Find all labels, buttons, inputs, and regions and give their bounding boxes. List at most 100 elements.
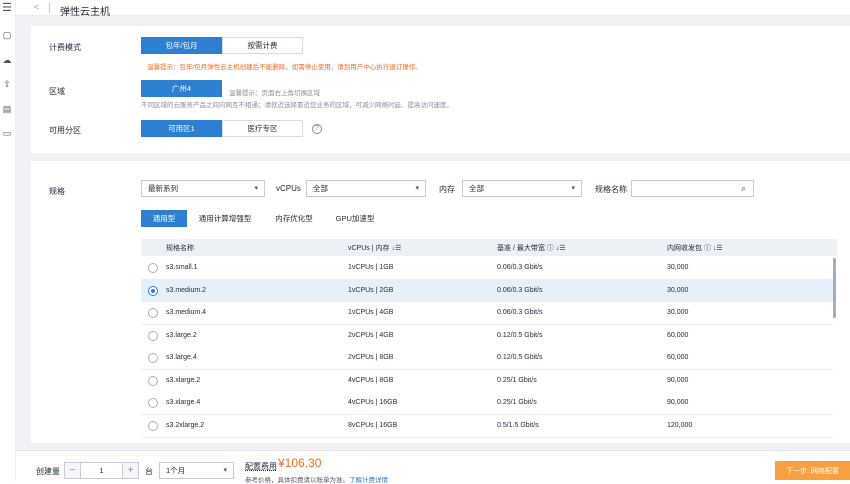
- table-row[interactable]: s3.medium.4 1vCPUs | 4GB 0.06/0.3 Gbit/s 30…: [141, 302, 833, 325]
- cell-name: s3.small.1: [166, 264, 198, 271]
- region-button[interactable]: 广州4: [141, 80, 222, 97]
- fee-label: 配置费用: [245, 462, 277, 471]
- row-radio[interactable]: [148, 330, 158, 341]
- table-row[interactable]: s3.xlarge.2 4vCPUs | 8GB 0.25/1 Gbit/s 90,0…: [141, 369, 833, 393]
- cell-pps: 60,000: [667, 354, 689, 361]
- decrease-button[interactable]: −: [64, 462, 81, 479]
- sort-icon[interactable]: ↓☰: [391, 245, 401, 252]
- unit-label: 台: [145, 467, 153, 476]
- back-icon[interactable]: <: [34, 2, 39, 12]
- quantity-label: 创建量: [36, 467, 60, 476]
- table-row[interactable]: s3.medium.2 1vCPUs | 2GB 0.06/0.3 Gbit/s 30…: [141, 279, 833, 303]
- cell-name: s3.xlarge.4: [166, 399, 201, 406]
- vcpu-select-value: 全部: [313, 184, 328, 193]
- col-vcpu-header[interactable]: vCPUs | 内存 ↓☰: [348, 243, 401, 253]
- cell-pps: 90,000: [667, 376, 689, 384]
- col-pps-header[interactable]: 内网收发包 ⓘ ↓☰: [667, 243, 723, 253]
- tab-general[interactable]: 通用型: [141, 210, 187, 227]
- cell-pps: 30,000: [667, 264, 689, 271]
- col-name-header: 规格名称: [166, 245, 194, 252]
- vcpu-select[interactable]: 全部 ▾: [306, 180, 426, 197]
- billing-option-yearly[interactable]: 包年/包月: [141, 37, 222, 54]
- monitor-icon[interactable]: ▭: [2, 128, 12, 138]
- tab-gpu[interactable]: GPU加速型: [330, 210, 380, 227]
- memory-select-value: 全部: [469, 184, 484, 193]
- cell-bw: 0.06/0.3 Gbit/s: [497, 309, 543, 316]
- increase-button[interactable]: +: [122, 462, 139, 479]
- az-option-medical[interactable]: 医疗专区: [222, 120, 303, 137]
- cell-vcpu: 2vCPUs | 4GB: [348, 331, 394, 339]
- table-row[interactable]: s3.small.1 1vCPUs | 1GB 0.06/0.3 Gbit/s 30,…: [141, 257, 833, 280]
- cell-vcpu: 8vCPUs | 16GB: [348, 421, 398, 429]
- price-note: 参考价格，具体扣费请以账单为准。了解计费详情: [245, 474, 388, 484]
- footer-bar: 创建量 − 1 + 台 1个月 ▾ 配置费用 ¥106.30 参考价格，具体扣费…: [16, 450, 850, 484]
- cell-pps: 30,000: [667, 309, 689, 316]
- page-header: < 弹性云主机: [16, 0, 850, 18]
- search-icon[interactable]: ⌕: [741, 183, 746, 194]
- duration-select[interactable]: 1个月 ▾: [159, 462, 234, 479]
- table-row[interactable]: s3.large.4 2vCPUs | 8GB 0.12/0.5 Gbit/s 60,…: [141, 347, 833, 370]
- table-row[interactable]: s3.xlarge.4 4vCPUs | 16GB 0.25/1 Gbit/s 90,…: [141, 392, 833, 415]
- chevron-down-icon: ▾: [254, 185, 258, 192]
- table-scrollbar[interactable]: [833, 258, 836, 318]
- row-radio[interactable]: [148, 285, 158, 296]
- sort-icon[interactable]: ↓☰: [713, 245, 723, 252]
- spec-label: 规格: [49, 187, 65, 196]
- az-label: 可用分区: [49, 126, 81, 135]
- cloud-icon[interactable]: ☁: [2, 55, 12, 65]
- billing-tip: 温馨提示：包年/包月弹性云主机创建后不能删除，如需停止使用，请到用户中心执行退订…: [147, 64, 422, 71]
- col-bandwidth-header[interactable]: 基准 / 最大带宽 ⓘ ↓☰: [497, 243, 566, 253]
- series-select[interactable]: 最新系列 ▾: [141, 180, 265, 197]
- row-radio[interactable]: [148, 375, 158, 386]
- spec-search-input[interactable]: ⌕: [631, 180, 754, 197]
- help-icon[interactable]: ?: [312, 124, 322, 134]
- chevron-down-icon: ▾: [571, 185, 575, 192]
- server-icon[interactable]: ▢: [2, 30, 12, 40]
- row-radio[interactable]: [148, 263, 158, 273]
- cell-bw: 0.5/1.5 Gbit/s: [497, 421, 539, 429]
- sort-icon[interactable]: ↓☰: [556, 245, 566, 252]
- tab-memory-optimized[interactable]: 内存优化型: [266, 210, 322, 227]
- cell-name: s3.medium.4: [166, 309, 207, 316]
- col-pps-text: 内网收发包: [667, 245, 702, 252]
- memory-filter-label: 内存: [439, 185, 455, 194]
- duration-value: 1个月: [166, 466, 186, 475]
- row-radio[interactable]: [148, 420, 158, 431]
- region-description: 不同区域的云服务产品之间内网互不相通；请就近选择靠近您业务的区域，可减少网络时延…: [141, 102, 453, 109]
- cell-vcpu: 1vCPUs | 4GB: [348, 309, 394, 316]
- cell-bw: 0.25/1 Gbit/s: [497, 376, 537, 384]
- table-row[interactable]: s3.large.2 2vCPUs | 4GB 0.12/0.5 Gbit/s 60,…: [141, 324, 833, 348]
- cell-bw: 0.12/0.5 Gbit/s: [497, 331, 543, 339]
- help-icon[interactable]: ⓘ: [704, 245, 711, 252]
- cell-vcpu: 1vCPUs | 2GB: [348, 286, 394, 294]
- cell-name: s3.large.2: [166, 331, 197, 339]
- row-radio[interactable]: [148, 308, 158, 318]
- cell-pps: 120,000: [667, 421, 693, 429]
- table-row[interactable]: s3.2xlarge.2 8vCPUs | 16GB 0.5/1.5 Gbit/s 1…: [141, 414, 833, 438]
- cell-pps: 30,000: [667, 286, 689, 294]
- billing-option-ondemand[interactable]: 按需计费: [222, 37, 303, 54]
- tab-compute-enhanced[interactable]: 通用计算增强型: [192, 210, 258, 227]
- billing-label: 计费模式: [49, 43, 81, 52]
- cell-name: s3.large.4: [166, 354, 197, 361]
- memory-select[interactable]: 全部 ▾: [462, 180, 582, 197]
- cell-bw: 0.06/0.3 Gbit/s: [497, 264, 543, 271]
- region-label: 区域: [49, 87, 65, 96]
- chevron-down-icon: ▾: [415, 185, 419, 192]
- next-step-button[interactable]: 下一步: 网络配置: [775, 461, 850, 480]
- menu-icon[interactable]: ☰: [2, 3, 12, 14]
- vcpu-filter-label: vCPUs: [276, 184, 301, 193]
- cell-bw: 0.06/0.3 Gbit/s: [497, 286, 543, 294]
- cell-pps: 60,000: [667, 331, 689, 339]
- row-radio[interactable]: [148, 398, 158, 408]
- cell-name: s3.2xlarge.2: [166, 421, 205, 429]
- document-icon[interactable]: ▤: [2, 104, 12, 114]
- row-radio[interactable]: [148, 353, 158, 363]
- cell-name: s3.xlarge.2: [166, 376, 201, 384]
- help-icon[interactable]: ⓘ: [547, 245, 554, 252]
- az-option-1[interactable]: 可用区1: [141, 120, 222, 137]
- left-sidebar: ☰ ▢ ☁ ⇧ ▤ ▭: [0, 0, 16, 481]
- spec-name-label: 规格名称: [595, 185, 627, 194]
- upload-icon[interactable]: ⇧: [2, 79, 12, 89]
- quantity-input[interactable]: 1: [81, 462, 122, 479]
